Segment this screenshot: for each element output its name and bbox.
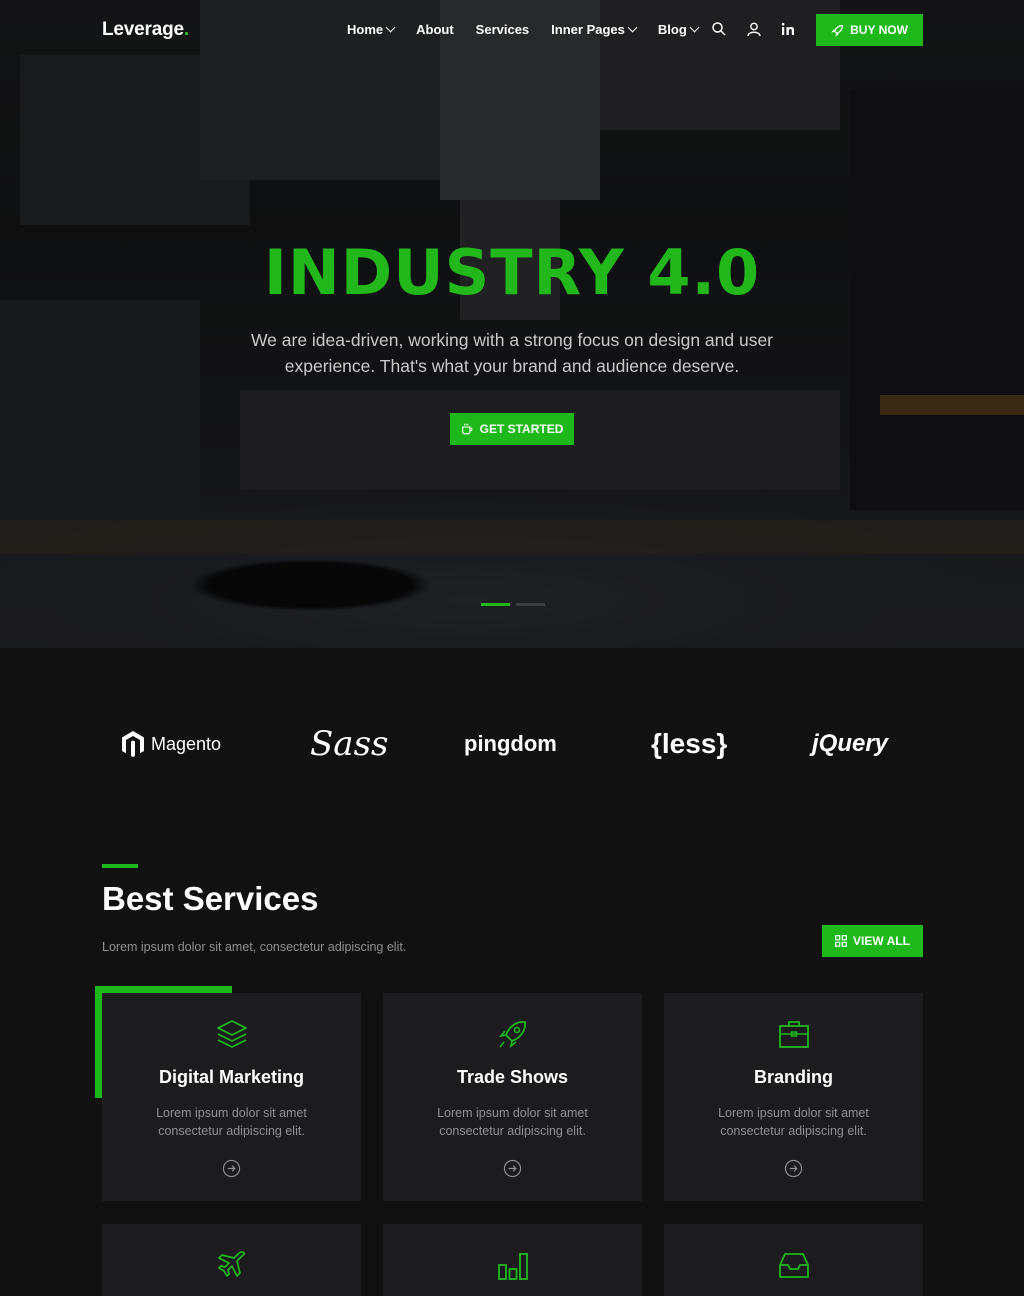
nav-item-about[interactable]: About	[416, 22, 454, 37]
arrow-right-circle-icon[interactable]	[784, 1159, 803, 1178]
rocket-icon	[499, 1021, 526, 1048]
hero-subtitle: We are idea-driven, working with a stron…	[250, 330, 774, 376]
view-all-button[interactable]: VIEW ALL	[822, 925, 923, 957]
nav-item-inner-pages[interactable]: Inner Pages	[551, 22, 638, 37]
less-logo: {less}	[651, 728, 728, 759]
logo-dot: .	[183, 19, 189, 40]
nav-item-services[interactable]: Services	[476, 22, 530, 37]
jquery-logo: jQuery	[812, 730, 889, 757]
service-card[interactable]: Branding Lorem ipsum dolor sit amet cons…	[664, 993, 923, 1201]
slider-pagination	[481, 603, 545, 606]
service-card[interactable]	[664, 1224, 923, 1296]
rocket-icon	[831, 24, 844, 37]
magento-icon	[122, 731, 144, 757]
pingdom-logo: pingdom	[464, 731, 557, 756]
nav-item-home[interactable]: Home	[347, 22, 396, 37]
service-description: Lorem ipsum dolor sit amet consectetur a…	[718, 1106, 869, 1138]
coffee-cup-icon	[461, 423, 473, 435]
buy-now-button[interactable]: BUY NOW	[816, 14, 923, 46]
service-title: Digital Marketing	[158, 1067, 305, 1087]
airplane-icon	[218, 1251, 246, 1277]
bar-chart-icon	[498, 1253, 528, 1280]
service-title: Trade Shows	[456, 1067, 569, 1087]
service-card[interactable]	[383, 1224, 642, 1296]
nav-label: Blog	[657, 22, 687, 37]
slider-dot[interactable]	[516, 603, 545, 606]
nav-label: About	[416, 22, 454, 37]
chevron-down-icon	[689, 22, 700, 33]
main-nav: Home About Services Inner Pages Blog	[347, 22, 720, 37]
logo-text: Leverage	[102, 19, 184, 40]
hero-title: INDUSTRY 4.0	[263, 236, 761, 309]
user-icon[interactable]	[746, 21, 762, 37]
card-accent-corner	[95, 986, 102, 1098]
get-started-label: GET STARTED	[479, 422, 564, 436]
nav-item-blog[interactable]: Blog	[657, 22, 700, 37]
service-card[interactable]	[102, 1224, 361, 1296]
arrow-right-circle-icon[interactable]	[503, 1159, 522, 1178]
hero-slider	[0, 0, 1024, 648]
nav-label: Inner Pages	[551, 22, 625, 37]
section-title: Best Services	[102, 880, 319, 917]
slider-dot-active[interactable]	[481, 603, 510, 606]
layers-icon	[217, 1020, 247, 1048]
service-description: Lorem ipsum dolor sit amet consectetur a…	[437, 1106, 588, 1138]
nav-label: Services	[475, 22, 530, 37]
service-title: Branding	[754, 1067, 833, 1087]
grid-icon	[835, 935, 847, 947]
site-logo[interactable]: Leverage.	[102, 19, 189, 41]
section-accent-bar	[102, 864, 138, 868]
service-description: Lorem ipsum dolor sit amet consectetur a…	[156, 1106, 307, 1138]
briefcase-icon	[779, 1021, 809, 1048]
inbox-icon	[779, 1253, 809, 1278]
view-all-label: VIEW ALL	[853, 934, 910, 948]
search-icon[interactable]	[711, 21, 727, 37]
get-started-button[interactable]: GET STARTED	[450, 413, 574, 445]
linkedin-icon[interactable]	[780, 21, 796, 37]
sass-logo: Sass	[310, 724, 389, 764]
section-subtitle: Lorem ipsum dolor sit amet, consectetur …	[102, 940, 407, 954]
chevron-down-icon	[385, 22, 396, 33]
service-card[interactable]: Trade Shows Lorem ipsum dolor sit amet c…	[383, 993, 642, 1201]
magento-logo-text: Magento	[151, 733, 222, 754]
buy-now-label: BUY NOW	[850, 23, 908, 37]
arrow-right-circle-icon[interactable]	[222, 1159, 241, 1178]
card-accent-corner	[95, 986, 232, 993]
hero-overlay	[0, 0, 1024, 648]
chevron-down-icon	[627, 22, 638, 33]
service-card[interactable]: Digital Marketing Lorem ipsum dolor sit …	[102, 993, 361, 1201]
magento-logo: Magento	[120, 722, 221, 766]
nav-label: Home	[347, 22, 384, 37]
